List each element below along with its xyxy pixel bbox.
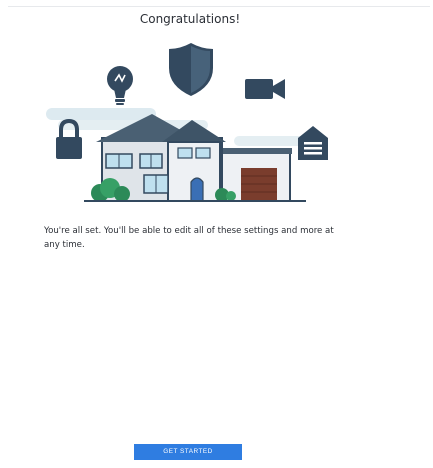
- page-title: Congratulations!: [139, 12, 241, 26]
- garage-icon: [298, 126, 328, 160]
- get-started-button[interactable]: GET STARTED: [134, 444, 242, 460]
- lightbulb-icon: [107, 66, 133, 105]
- completion-message: You're all set. You'll be able to edit a…: [44, 226, 334, 250]
- smart-home-illustration: [46, 43, 328, 202]
- top-divider: [8, 6, 430, 7]
- shield-icon: [169, 43, 213, 96]
- video-camera-icon: [245, 79, 285, 99]
